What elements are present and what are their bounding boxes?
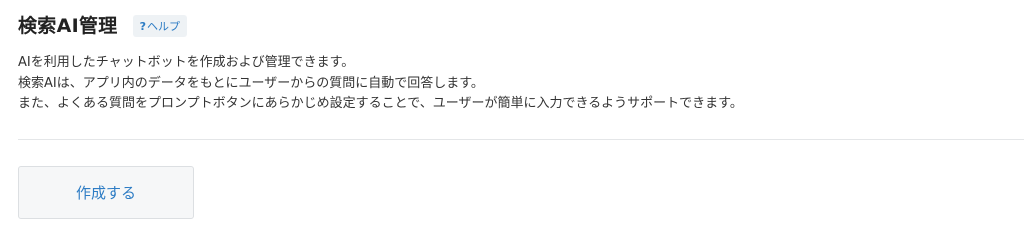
description-line: 検索AIは、アプリ内のデータをもとにユーザーからの質問に自動で回答します。 xyxy=(18,75,484,91)
help-link[interactable]: ? ヘルプ xyxy=(132,15,187,37)
create-button[interactable]: 作成する xyxy=(18,166,194,219)
description-line: AIを利用したチャットボットを作成および管理できます。 xyxy=(18,55,355,70)
help-question-icon: ? xyxy=(139,19,146,33)
search-ai-management-page: 検索AI管理 ? ヘルプ AIを利用したチャットボットを作成および管理できます。… xyxy=(0,0,1024,241)
divider xyxy=(18,139,1024,140)
help-label: ヘルプ xyxy=(146,20,180,33)
page-header: 検索AI管理 ? ヘルプ xyxy=(18,14,187,38)
description-line: また、よくある質問をプロンプトボタンにあらかじめ設定することで、ユーザーが簡単に… xyxy=(18,96,743,111)
page-description: AIを利用したチャットボットを作成および管理できます。 検索AIは、アプリ内のデ… xyxy=(18,53,743,115)
page-title: 検索AI管理 xyxy=(18,15,118,37)
